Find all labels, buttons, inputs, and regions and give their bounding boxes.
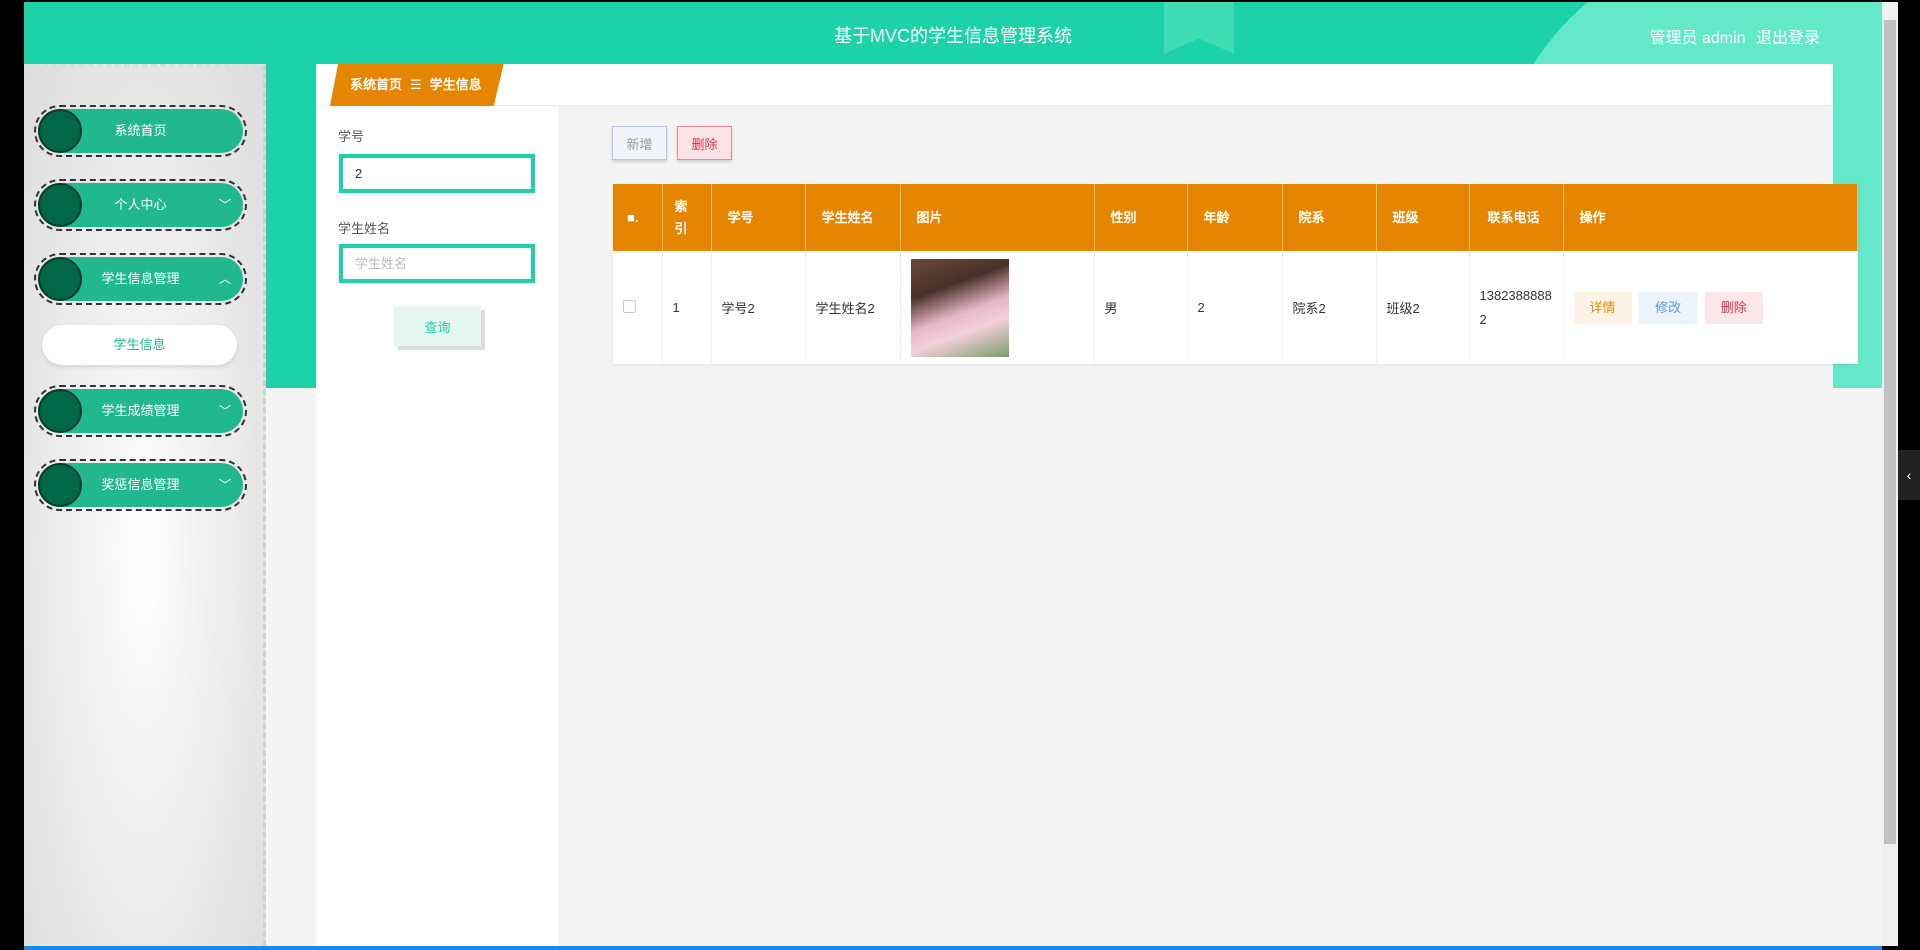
sidebar-item-label: 奖惩信息管理 bbox=[101, 477, 180, 492]
circle-icon bbox=[38, 257, 82, 301]
circle-icon bbox=[38, 463, 82, 507]
sidebar-item-label: 学生成绩管理 bbox=[101, 403, 180, 418]
breadcrumb-bar: 系统首页 ☰ 学生信息 bbox=[316, 64, 1833, 106]
student-name-label: 学生姓名 bbox=[338, 221, 391, 236]
sidebar-item-label: 个人中心 bbox=[114, 197, 167, 212]
col-actions: 操作 bbox=[1563, 184, 1858, 251]
select-all-checkbox[interactable]: ■. bbox=[613, 184, 663, 251]
circle-icon bbox=[38, 109, 82, 153]
cell-dept: 院系2 bbox=[1282, 251, 1377, 364]
add-button[interactable]: 新增 bbox=[612, 126, 667, 160]
chevron-down-icon: ﹀ bbox=[218, 198, 231, 212]
breadcrumb: 系统首页 ☰ 学生信息 bbox=[330, 64, 504, 106]
chevron-down-icon: ﹀ bbox=[218, 478, 231, 492]
chevron-down-icon: ﹀ bbox=[218, 404, 231, 418]
circle-icon bbox=[38, 183, 82, 227]
user-bar: 管理员 admin 退出登录 bbox=[1644, 24, 1821, 48]
col-name: 学生姓名 bbox=[805, 184, 901, 251]
cell-phone: 13823888882 bbox=[1469, 251, 1564, 364]
circle-icon bbox=[38, 389, 82, 433]
scrollbar-thumb[interactable] bbox=[1884, 20, 1896, 844]
breadcrumb-home[interactable]: 系统首页 bbox=[350, 77, 402, 92]
col-dept: 院系 bbox=[1282, 184, 1377, 251]
breadcrumb-current: 学生信息 bbox=[429, 77, 482, 92]
col-id: 学号 bbox=[711, 184, 806, 251]
sidebar-item-label: 系统首页 bbox=[114, 123, 167, 138]
chevron-up-icon: ︿ bbox=[218, 272, 231, 286]
student-photo bbox=[910, 258, 1009, 357]
detail-button[interactable]: 详情 bbox=[1573, 291, 1632, 324]
table-header-row: ■. 索引 学号 学生姓名 图片 性别 年龄 院系 班级 联系电话 操作 bbox=[613, 184, 1858, 251]
app-page: 基于MVC的学生信息管理系统 管理员 admin 退出登录 系统首页 个人中心 ﹀… bbox=[24, 2, 1882, 946]
row-checkbox[interactable] bbox=[623, 299, 636, 313]
cell-index: 1 bbox=[662, 251, 712, 364]
sidebar-subitem-student-info[interactable]: 学生信息 bbox=[42, 325, 237, 365]
col-photo: 图片 bbox=[900, 184, 1095, 251]
cell-age: 2 bbox=[1187, 251, 1283, 364]
student-table: ■. 索引 学号 学生姓名 图片 性别 年龄 院系 班级 联系电话 操作 1 学… bbox=[613, 184, 1858, 364]
chevron-left-icon[interactable]: ‹ bbox=[1898, 450, 1920, 500]
sidebar-item-rewards-mgmt[interactable]: 奖惩信息管理 ﹀ bbox=[34, 459, 247, 511]
student-id-input[interactable] bbox=[339, 154, 535, 193]
col-phone: 联系电话 bbox=[1469, 184, 1564, 251]
student-name-input[interactable] bbox=[339, 244, 535, 283]
edit-button[interactable]: 修改 bbox=[1639, 291, 1698, 324]
sidebar-item-home[interactable]: 系统首页 bbox=[34, 105, 247, 157]
bottom-bar bbox=[24, 946, 1882, 950]
logout-link[interactable]: 退出登录 bbox=[1756, 30, 1820, 47]
query-button[interactable]: 查询 bbox=[394, 306, 481, 346]
col-index: 索引 bbox=[662, 184, 712, 251]
main-content: 系统首页 ☰ 学生信息 学号 学生姓名 查询 新增 删除 ■. 索引 学号 学生姓名… bbox=[316, 64, 1858, 946]
sidebar-item-label: 学生信息管理 bbox=[101, 271, 180, 286]
vertical-scrollbar[interactable] bbox=[1882, 2, 1898, 946]
cell-id: 学号2 bbox=[711, 251, 806, 364]
cell-name: 学生姓名2 bbox=[805, 251, 901, 364]
menu-icon: ☰ bbox=[410, 77, 422, 92]
sidebar-item-personal[interactable]: 个人中心 ﹀ bbox=[34, 179, 247, 231]
search-panel: 学号 学生姓名 查询 bbox=[316, 106, 558, 946]
cell-class: 班级2 bbox=[1376, 251, 1470, 364]
sidebar-item-student-info-mgmt[interactable]: 学生信息管理 ︿ bbox=[34, 253, 247, 305]
student-id-label: 学号 bbox=[338, 129, 365, 144]
sidebar: 系统首页 个人中心 ﹀ 学生信息管理 ︿ 学生信息 学生成绩管理 ﹀ 奖惩信息管理 ﹀ bbox=[24, 64, 266, 946]
cell-gender: 男 bbox=[1094, 251, 1188, 364]
delete-button[interactable]: 删除 bbox=[677, 126, 732, 160]
sidebar-item-grades-mgmt[interactable]: 学生成绩管理 ﹀ bbox=[34, 385, 247, 437]
row-delete-button[interactable]: 删除 bbox=[1704, 291, 1763, 324]
col-age: 年龄 bbox=[1187, 184, 1283, 251]
table-row: 1 学号2 学生姓名2 男 2 院系2 班级2 13823888882 详情 修… bbox=[613, 251, 1858, 364]
app-title: 基于MVC的学生信息管理系统 bbox=[834, 26, 1072, 46]
col-gender: 性别 bbox=[1094, 184, 1188, 251]
user-label: 管理员 admin bbox=[1649, 30, 1746, 47]
col-class: 班级 bbox=[1376, 184, 1470, 251]
